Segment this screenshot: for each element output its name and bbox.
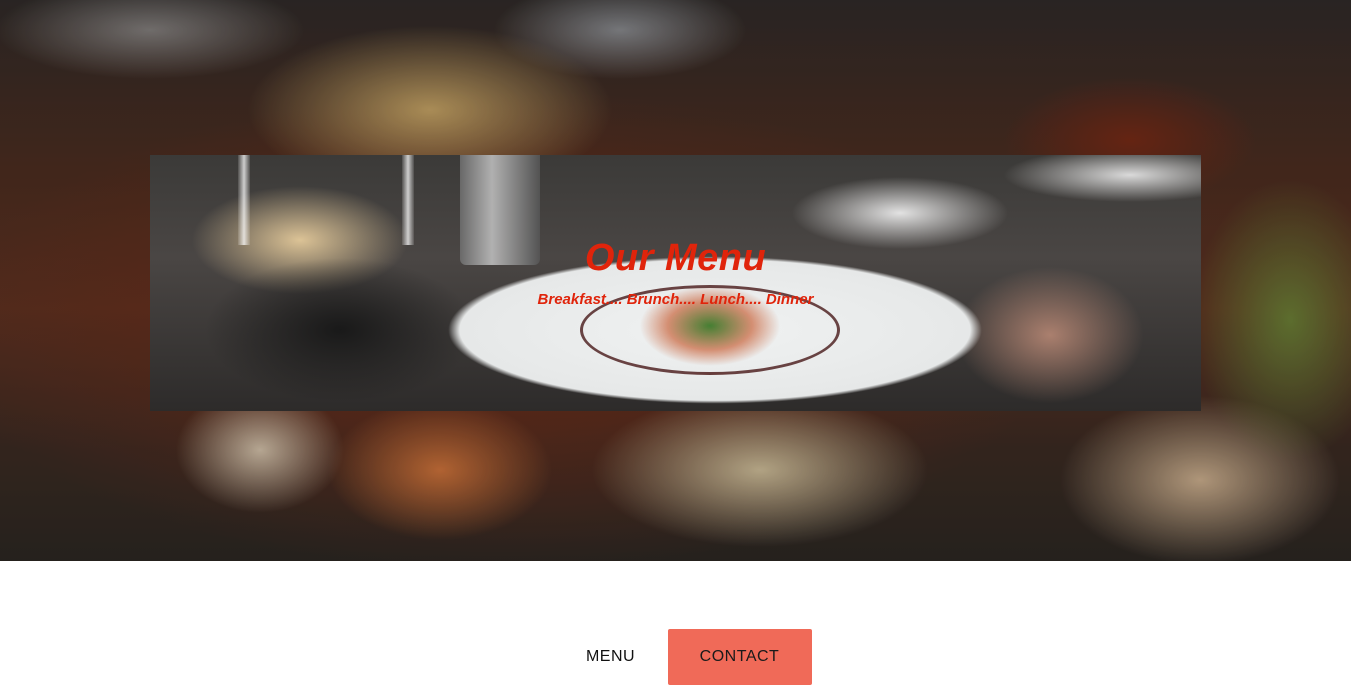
menu-banner: Our Menu Breakfast.... Brunch.... Lunch.… [150, 155, 1201, 411]
menu-subtitle: Breakfast.... Brunch.... Lunch.... Dinne… [537, 291, 814, 308]
banner-text: Our Menu Breakfast.... Brunch.... Lunch.… [150, 235, 1201, 309]
main-nav: MENU CONTACT [0, 629, 1351, 685]
nav-contact-button[interactable]: CONTACT [667, 629, 812, 685]
nav-menu-link[interactable]: MENU [540, 629, 668, 685]
page-title: Our Menu [584, 237, 767, 279]
wine-glass-decor [238, 155, 250, 245]
wine-glass-decor [402, 155, 414, 245]
